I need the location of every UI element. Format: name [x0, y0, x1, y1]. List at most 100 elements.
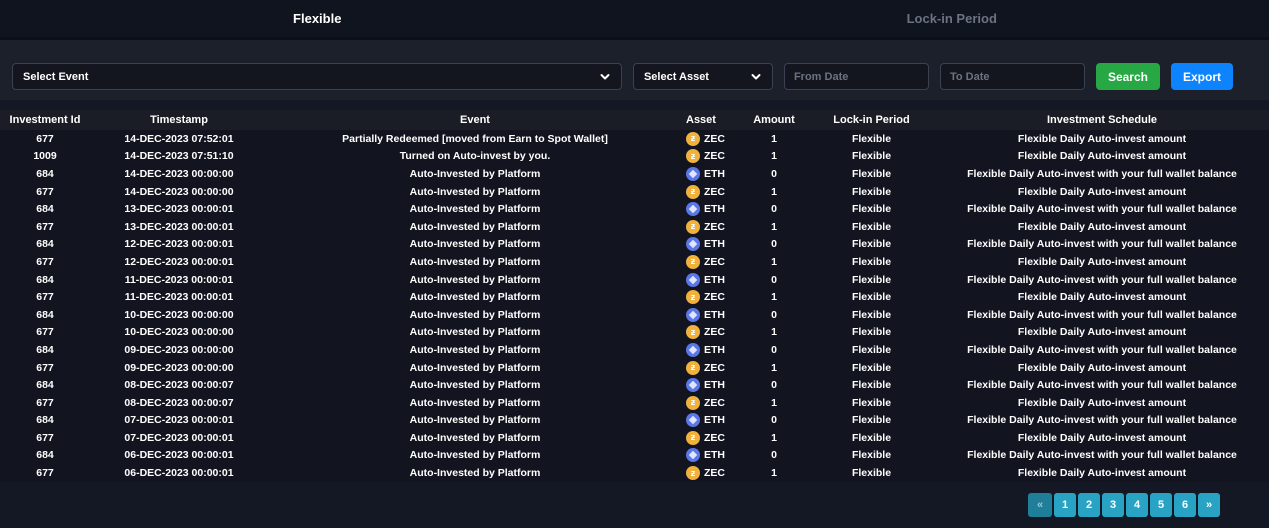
asset-symbol: ZEC — [704, 150, 725, 162]
pagination-page-button-3[interactable]: 3 — [1102, 493, 1124, 517]
asset-cell: ETH — [682, 306, 740, 324]
table-row: 67707-DEC-2023 00:00:01Auto-Invested by … — [0, 429, 1269, 447]
amount-cell: 1 — [740, 464, 808, 482]
pagination-page-button-2[interactable]: 2 — [1078, 493, 1100, 517]
eth-coin-icon — [686, 413, 700, 427]
lock-in-period-cell: Flexible — [808, 429, 935, 447]
asset-symbol: ETH — [704, 344, 725, 356]
tab-lock-in-period[interactable]: Lock-in Period — [635, 0, 1269, 37]
asset-symbol: ETH — [704, 379, 725, 391]
investment-schedule-cell: Flexible Daily Auto-invest amount — [935, 148, 1269, 166]
investment-id-cell: 684 — [0, 306, 90, 324]
search-button[interactable]: Search — [1096, 63, 1160, 90]
asset-cell: ƶZEC — [682, 148, 740, 166]
lock-in-period-cell: Flexible — [808, 236, 935, 254]
timestamp-cell: 07-DEC-2023 00:00:01 — [90, 429, 268, 447]
select-event-dropdown[interactable]: Select Event — [12, 63, 622, 90]
investment-schedule-cell: Flexible Daily Auto-invest with your ful… — [935, 306, 1269, 324]
amount-cell: 0 — [740, 236, 808, 254]
amount-cell: 0 — [740, 306, 808, 324]
from-date-input[interactable] — [784, 63, 929, 90]
col-header-amount: Amount — [740, 110, 808, 130]
pagination-page-button-1[interactable]: 1 — [1054, 493, 1076, 517]
table-row: 68407-DEC-2023 00:00:01Auto-Invested by … — [0, 412, 1269, 430]
investment-schedule-cell: Flexible Daily Auto-invest with your ful… — [935, 341, 1269, 359]
eth-diamond-shape — [689, 240, 697, 248]
table-row: 68411-DEC-2023 00:00:01Auto-Invested by … — [0, 271, 1269, 289]
lock-in-period-cell: Flexible — [808, 359, 935, 377]
eth-coin-icon — [686, 273, 700, 287]
investment-schedule-cell: Flexible Daily Auto-invest amount — [935, 183, 1269, 201]
investment-table: Investment Id Timestamp Event Asset Amou… — [0, 110, 1269, 482]
lock-in-period-cell: Flexible — [808, 218, 935, 236]
tab-flexible[interactable]: Flexible — [0, 0, 635, 37]
table-row: 67714-DEC-2023 07:52:01Partially Redeeme… — [0, 130, 1269, 148]
investment-id-cell: 677 — [0, 253, 90, 271]
investment-id-cell: 684 — [0, 447, 90, 465]
event-cell: Auto-Invested by Platform — [268, 218, 682, 236]
asset-cell: ƶZEC — [682, 288, 740, 306]
zec-coin-icon: ƶ — [686, 290, 700, 304]
zec-coin-icon: ƶ — [686, 431, 700, 445]
table-row: 100914-DEC-2023 07:51:10Turned on Auto-i… — [0, 148, 1269, 166]
table-row: 68414-DEC-2023 00:00:00Auto-Invested by … — [0, 165, 1269, 183]
select-asset-dropdown[interactable]: Select Asset — [633, 63, 773, 90]
event-cell: Auto-Invested by Platform — [268, 183, 682, 201]
event-cell: Auto-Invested by Platform — [268, 165, 682, 183]
investment-id-cell: 684 — [0, 271, 90, 289]
investment-schedule-cell: Flexible Daily Auto-invest with your ful… — [935, 271, 1269, 289]
timestamp-cell: 13-DEC-2023 00:00:01 — [90, 218, 268, 236]
amount-cell: 0 — [740, 412, 808, 430]
to-date-input[interactable] — [940, 63, 1085, 90]
pagination-prev-button[interactable]: « — [1028, 493, 1052, 517]
investment-schedule-cell: Flexible Daily Auto-invest with your ful… — [935, 412, 1269, 430]
investment-id-cell: 1009 — [0, 148, 90, 166]
pagination-page-button-4[interactable]: 4 — [1126, 493, 1148, 517]
amount-cell: 0 — [740, 271, 808, 289]
asset-cell: ƶZEC — [682, 359, 740, 377]
eth-diamond-shape — [689, 416, 697, 424]
investment-schedule-cell: Flexible Daily Auto-invest amount — [935, 359, 1269, 377]
event-cell: Turned on Auto-invest by you. — [268, 148, 682, 166]
eth-diamond-shape — [689, 451, 697, 459]
asset-cell: ETH — [682, 200, 740, 218]
amount-cell: 1 — [740, 324, 808, 342]
timestamp-cell: 09-DEC-2023 00:00:00 — [90, 359, 268, 377]
event-cell: Auto-Invested by Platform — [268, 394, 682, 412]
asset-cell: ETH — [682, 236, 740, 254]
timestamp-cell: 12-DEC-2023 00:00:01 — [90, 236, 268, 254]
filter-panel: Select Event Select Asset Search Export — [0, 40, 1269, 100]
asset-symbol: ZEC — [704, 397, 725, 409]
eth-coin-icon — [686, 378, 700, 392]
timestamp-cell: 10-DEC-2023 00:00:00 — [90, 306, 268, 324]
amount-cell: 1 — [740, 288, 808, 306]
asset-symbol: ZEC — [704, 432, 725, 444]
zec-coin-icon: ƶ — [686, 466, 700, 480]
eth-diamond-shape — [689, 275, 697, 283]
chevron-down-icon — [750, 71, 762, 83]
investment-table-wrap: Investment Id Timestamp Event Asset Amou… — [0, 110, 1269, 482]
event-cell: Auto-Invested by Platform — [268, 376, 682, 394]
lock-in-period-cell: Flexible — [808, 148, 935, 166]
eth-coin-icon — [686, 308, 700, 322]
pagination-page-button-5[interactable]: 5 — [1150, 493, 1172, 517]
pagination-next-button[interactable]: » — [1198, 493, 1220, 517]
asset-cell: ƶZEC — [682, 464, 740, 482]
investment-id-cell: 677 — [0, 288, 90, 306]
investment-id-cell: 677 — [0, 394, 90, 412]
table-row: 68409-DEC-2023 00:00:00Auto-Invested by … — [0, 341, 1269, 359]
eth-diamond-shape — [689, 170, 697, 178]
asset-cell: ETH — [682, 376, 740, 394]
table-row: 68406-DEC-2023 00:00:01Auto-Invested by … — [0, 447, 1269, 465]
lock-in-period-cell: Flexible — [808, 306, 935, 324]
timestamp-cell: 06-DEC-2023 00:00:01 — [90, 447, 268, 465]
export-button[interactable]: Export — [1171, 63, 1233, 90]
amount-cell: 1 — [740, 183, 808, 201]
lock-in-period-cell: Flexible — [808, 130, 935, 148]
asset-symbol: ETH — [704, 238, 725, 250]
amount-cell: 0 — [740, 447, 808, 465]
zec-coin-icon: ƶ — [686, 325, 700, 339]
asset-cell: ƶZEC — [682, 130, 740, 148]
table-row: 67711-DEC-2023 00:00:01Auto-Invested by … — [0, 288, 1269, 306]
pagination-page-button-6[interactable]: 6 — [1174, 493, 1196, 517]
